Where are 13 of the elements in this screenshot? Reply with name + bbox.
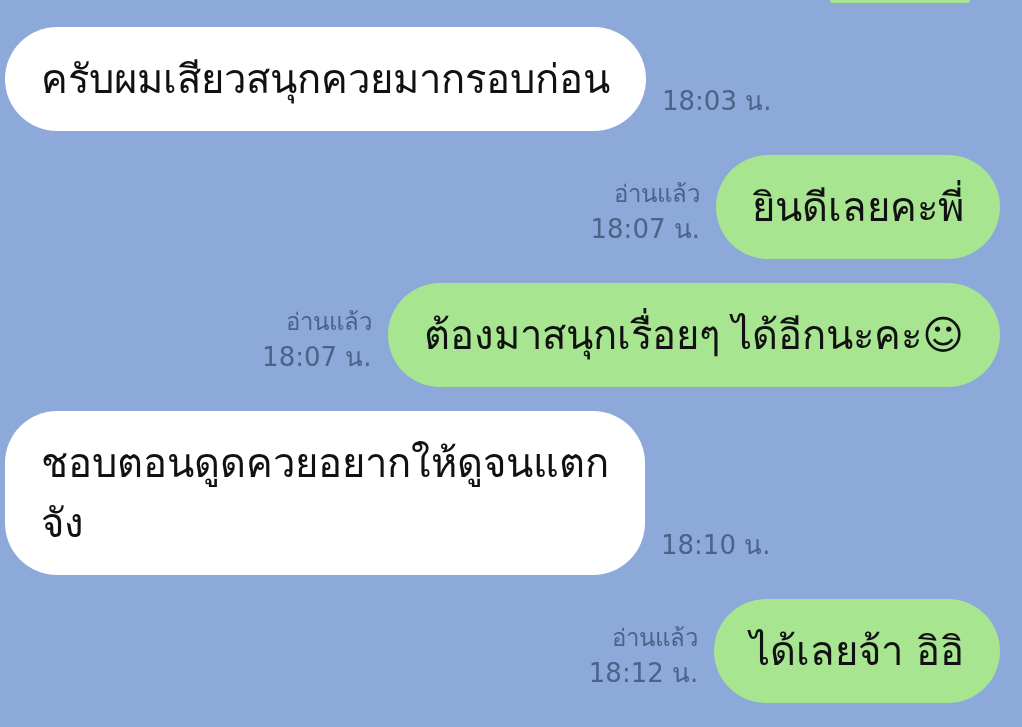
message-bubble: ยินดีเลยคะพี่: [716, 155, 1000, 259]
message-time: 18:03 น.: [662, 85, 772, 118]
read-receipt: อ่านแล้ว: [285, 307, 372, 338]
message-time: 18:12 น.: [588, 657, 699, 690]
message-bubble: ชอบตอนดูดควยอยากให้ดูจนแตก จัง: [5, 411, 645, 575]
message-time: 18:07 น.: [262, 341, 372, 374]
message-time: 18:07 น.: [590, 213, 700, 246]
read-receipt: อ่านแล้ว: [612, 623, 699, 654]
read-receipt: อ่านแล้ว: [614, 179, 700, 210]
message-bubble: ต้องมาสนุกเรื่อยๆ ได้อีกนะคะ☺: [387, 283, 1000, 387]
message-bubble: ครับผมเสียวสนุกควยมากรอบก่อน: [5, 27, 646, 131]
message-time: 18:10 น.: [661, 529, 771, 562]
message-bubble: ได้เลยจ้า อิอิ: [714, 599, 1000, 703]
